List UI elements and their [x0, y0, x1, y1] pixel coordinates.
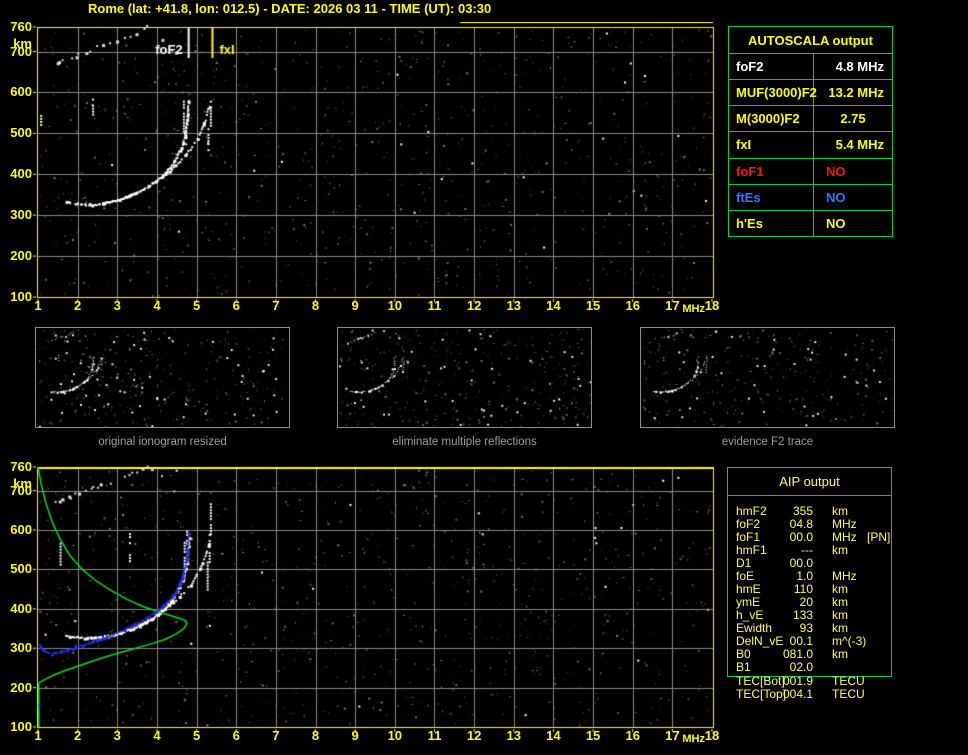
- autoscala-row-fxI: fxI 5.4 MHz: [729, 131, 892, 157]
- panel-caption: eliminate multiple reflections: [337, 436, 592, 448]
- panel-caption: evidence F2 trace: [640, 436, 895, 448]
- aip-row-value: 02.0: [761, 661, 813, 674]
- page-title: Rome (lat: +41.8, lon: 012.5) - DATE: 20…: [88, 1, 491, 16]
- panel-evidence-f2-trace: [640, 327, 895, 428]
- y-tick-label: 400: [4, 167, 32, 181]
- aip-row-unit: km: [832, 648, 848, 661]
- x-axis-unit: MHz: [675, 733, 705, 745]
- y-tick-label: 300: [4, 641, 32, 655]
- autoscala-row-label: ftEs: [729, 185, 814, 210]
- aip-row-B1: B1 02.0: [728, 661, 891, 674]
- autoscala-row-value: 5.4 MHz: [814, 132, 892, 157]
- y-tick-label: 200: [4, 249, 32, 263]
- autoscala-row-label: fxI: [729, 132, 814, 157]
- autoscala-row-value: 13.2 MHz: [814, 80, 892, 105]
- panel-caption: original ionogram resized: [35, 436, 290, 448]
- panel-eliminate-reflections: [337, 327, 592, 428]
- y-axis-unit: km: [4, 37, 32, 51]
- autoscala-row-label: M(3000)F2: [729, 106, 814, 131]
- y-tick-label: 500: [4, 562, 32, 576]
- bottom-ionogram-profile-chart: [32, 462, 718, 733]
- y-tick-label: 600: [4, 85, 32, 99]
- aip-row-TEC-top: TEC[Top] 004.1 TECU: [728, 688, 891, 701]
- autoscala-row-label: MUF(3000)F2: [729, 80, 814, 105]
- autoscala-row-M3000F2: M(3000)F2 2.75: [729, 105, 892, 131]
- aip-header-divider: [728, 495, 891, 496]
- autoscala-table: AUTOSCALA output foF2 4.8 MHz MUF(3000)F…: [728, 26, 893, 237]
- aip-row-flag: [PN]: [867, 531, 890, 544]
- y-tick-label: 100: [4, 720, 32, 734]
- y-tick-label: 700: [4, 45, 32, 59]
- autoscala-row-value: 4.8 MHz: [814, 54, 892, 79]
- autoscala-row-value: NO: [814, 211, 892, 236]
- autoscala-row-hEs: h'Es NO: [729, 210, 892, 236]
- autoscala-row-value: NO: [814, 159, 892, 184]
- autoscala-row-value: 2.75: [814, 106, 892, 131]
- aip-row-unit: km: [832, 544, 848, 557]
- aip-table: AIP output hmF2 355 km foF2 04.8 MHz foF…: [727, 467, 892, 677]
- aip-row-label: B1: [736, 661, 751, 674]
- autoscala-row-foF1: foF1 NO: [729, 158, 892, 184]
- aip-row-unit: TECU: [832, 688, 865, 701]
- y-tick-label: 760: [4, 460, 32, 474]
- autoscala-row-value: NO: [814, 185, 892, 210]
- y-tick-label: 760: [4, 20, 32, 34]
- y-axis-unit: km: [4, 477, 32, 491]
- y-tick-label: 200: [4, 681, 32, 695]
- autoscala-screen: Rome (lat: +41.8, lon: 012.5) - DATE: 20…: [0, 0, 968, 755]
- y-tick-label: 400: [4, 602, 32, 616]
- y-tick-label: 700: [4, 484, 32, 498]
- y-tick-label: 100: [4, 290, 32, 304]
- autoscala-row-label: foF2: [729, 54, 814, 79]
- autoscala-row-ftEs: ftEs NO: [729, 184, 892, 210]
- x-axis-unit: MHz: [675, 303, 705, 315]
- autoscala-table-body: foF2 4.8 MHz MUF(3000)F2 13.2 MHz M(3000…: [729, 54, 892, 236]
- aip-row-value: 004.1: [761, 688, 813, 701]
- autoscala-row-label: foF1: [729, 159, 814, 184]
- autoscala-row-MUF3000F2: MUF(3000)F2 13.2 MHz: [729, 79, 892, 105]
- autoscala-table-header: AUTOSCALA output: [729, 27, 892, 54]
- panel-original-ionogram: [35, 327, 290, 428]
- autoscala-row-foF2: foF2 4.8 MHz: [729, 54, 892, 79]
- autoscala-row-label: h'Es: [729, 211, 814, 236]
- y-tick-label: 300: [4, 208, 32, 222]
- y-tick-label: 500: [4, 126, 32, 140]
- top-ionogram-chart: [32, 22, 718, 303]
- aip-table-header: AIP output: [728, 474, 891, 489]
- y-tick-label: 600: [4, 523, 32, 537]
